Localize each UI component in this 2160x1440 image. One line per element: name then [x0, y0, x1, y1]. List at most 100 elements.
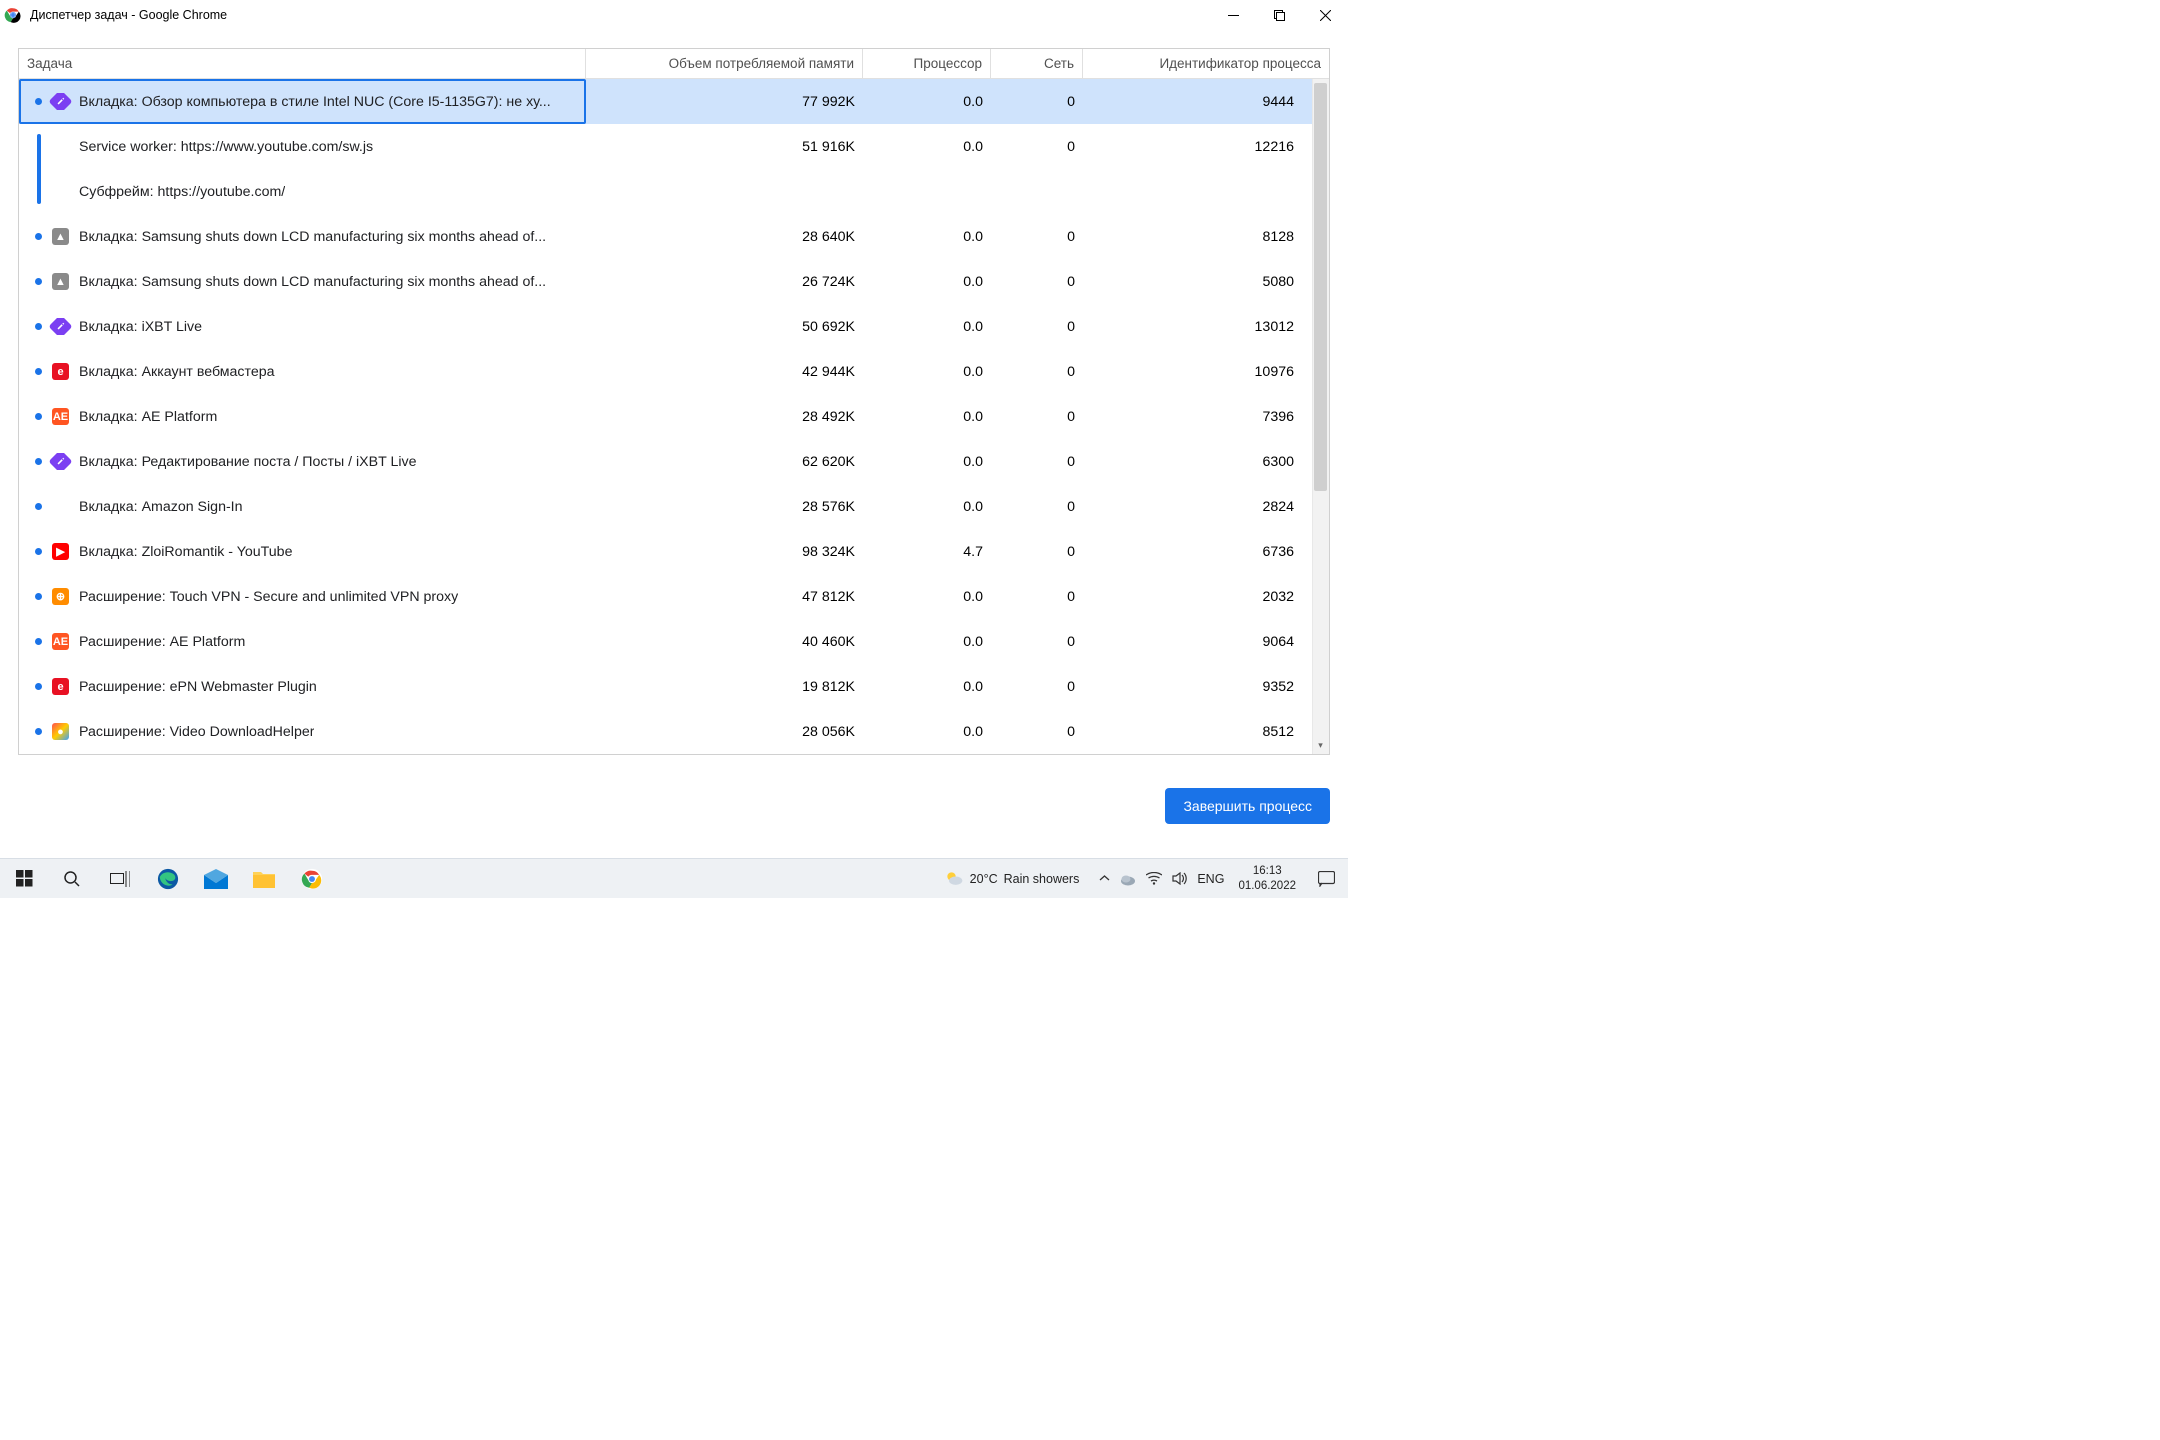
ixbt-icon: i	[48, 93, 72, 110]
task-name: Вкладка: iXBT Live	[79, 319, 202, 335]
weather-widget[interactable]: 20°C Rain showers	[944, 869, 1090, 889]
ixbt-icon: i	[48, 453, 72, 470]
maximize-button[interactable]	[1256, 0, 1302, 30]
table-row[interactable]: AEРасширение: AE Platform40 460K0.009064	[19, 619, 1312, 664]
cell-network: 0	[991, 139, 1083, 155]
table-row[interactable]: ▲Вкладка: Samsung shuts down LCD manufac…	[19, 214, 1312, 259]
process-dot-icon	[35, 638, 42, 645]
process-dot-icon	[35, 278, 42, 285]
scrollbar-track[interactable]: ▾	[1312, 79, 1329, 754]
task-manager-panel: Задача Объем потребляемой памяти Процесс…	[18, 48, 1330, 755]
cell-network: 0	[991, 364, 1083, 380]
table-row[interactable]: iВкладка: iXBT Live50 692K0.0013012	[19, 304, 1312, 349]
scrollbar-down-icon[interactable]: ▾	[1312, 737, 1329, 754]
cell-cpu: 0.0	[863, 409, 991, 425]
column-header-pid[interactable]: Идентификатор процесса	[1083, 49, 1329, 78]
cell-network: 0	[991, 229, 1083, 245]
task-name: Вкладка: Amazon Sign-In	[79, 499, 243, 515]
onedrive-icon[interactable]	[1120, 872, 1136, 886]
column-header-memory[interactable]: Объем потребляемой памяти	[586, 49, 863, 78]
task-name: Расширение: Video DownloadHelper	[79, 724, 314, 740]
process-dot-icon	[35, 458, 42, 465]
volume-icon[interactable]	[1172, 872, 1187, 885]
windows-taskbar: 20°C Rain showers ENG 16:13 01.06.2022	[0, 858, 1348, 898]
cell-memory: 98 324K	[586, 544, 863, 560]
cell-cpu: 0.0	[863, 454, 991, 470]
cell-pid: 8128	[1083, 229, 1312, 245]
taskbar-app-edge[interactable]	[144, 859, 192, 898]
action-center-button[interactable]	[1310, 859, 1342, 898]
scrollbar-thumb[interactable]	[1314, 83, 1327, 491]
language-indicator[interactable]: ENG	[1197, 872, 1224, 886]
cell-network: 0	[991, 589, 1083, 605]
table-row[interactable]: Субфрейм: https://youtube.com/	[19, 169, 1312, 214]
column-header-cpu[interactable]: Процессор	[863, 49, 991, 78]
cell-cpu: 4.7	[863, 544, 991, 560]
cell-pid: 13012	[1083, 319, 1312, 335]
cell-cpu: 0.0	[863, 274, 991, 290]
task-name: Расширение: AE Platform	[79, 634, 245, 650]
cell-cpu: 0.0	[863, 679, 991, 695]
minimize-button[interactable]	[1210, 0, 1256, 30]
epn-icon: e	[52, 678, 69, 695]
window-title: Диспетчер задач - Google Chrome	[30, 8, 1210, 22]
vdh-icon: ●	[52, 723, 69, 740]
cell-cpu: 0.0	[863, 634, 991, 650]
cell-network: 0	[991, 94, 1083, 110]
end-process-button[interactable]: Завершить процесс	[1165, 788, 1330, 824]
task-name: Расширение: Touch VPN - Secure and unlim…	[79, 589, 458, 605]
cell-network: 0	[991, 274, 1083, 290]
taskbar-app-chrome[interactable]	[288, 859, 336, 898]
task-name: Вкладка: Samsung shuts down LCD manufact…	[79, 229, 546, 245]
column-header-network[interactable]: Сеть	[991, 49, 1083, 78]
table-row[interactable]: ⊕ Расширение: Touch VPN - Secure and unli…	[19, 574, 1312, 619]
start-button[interactable]	[0, 859, 48, 898]
table-row[interactable]: Service worker: https://www.youtube.com/…	[19, 124, 1312, 169]
cell-pid: 9064	[1083, 634, 1312, 650]
table-row[interactable]: iВкладка: Обзор компьютера в стиле Intel…	[19, 79, 1312, 124]
cell-network: 0	[991, 409, 1083, 425]
task-name: Субфрейм: https://youtube.com/	[79, 184, 285, 200]
globe-icon: ⊕	[52, 588, 69, 605]
cell-cpu: 0.0	[863, 319, 991, 335]
task-view-icon	[110, 871, 130, 887]
column-header-task[interactable]: Задача	[19, 49, 586, 78]
wifi-icon[interactable]	[1146, 872, 1162, 885]
table-row[interactable]: ▲Вкладка: Samsung shuts down LCD manufac…	[19, 259, 1312, 304]
table-header[interactable]: Задача Объем потребляемой памяти Процесс…	[19, 49, 1329, 79]
task-view-button[interactable]	[96, 859, 144, 898]
table-row[interactable]: ▶Вкладка: ZloiRomantik - YouTube98 324K4…	[19, 529, 1312, 574]
samsung-icon: ▲	[52, 273, 69, 290]
clock[interactable]: 16:13 01.06.2022	[1234, 864, 1300, 893]
cell-cpu: 0.0	[863, 364, 991, 380]
youtube-icon: ▶	[52, 543, 69, 560]
table-row[interactable]: AEВкладка: AE Platform28 492K0.007396	[19, 394, 1312, 439]
cell-pid: 2824	[1083, 499, 1312, 515]
table-row[interactable]: i Вкладка: Редактирование поста / Посты /…	[19, 439, 1312, 484]
weather-desc: Rain showers	[1004, 872, 1080, 886]
cell-network: 0	[991, 454, 1083, 470]
table-row[interactable]: eВкладка: Аккаунт вебмастера42 944K0.001…	[19, 349, 1312, 394]
cell-pid: 10976	[1083, 364, 1312, 380]
cell-network: 0	[991, 319, 1083, 335]
weather-temp: 20°C	[970, 872, 998, 886]
task-name: Вкладка: AE Platform	[79, 409, 217, 425]
cell-memory: 28 640K	[586, 229, 863, 245]
taskbar-app-explorer[interactable]	[240, 859, 288, 898]
clock-time: 16:13	[1253, 864, 1282, 878]
process-dot-icon	[35, 683, 42, 690]
close-button[interactable]	[1302, 0, 1348, 30]
search-button[interactable]	[48, 859, 96, 898]
task-name: Вкладка: Редактирование поста / Посты / …	[79, 454, 416, 470]
edge-icon	[157, 868, 179, 890]
chevron-up-icon[interactable]	[1099, 873, 1110, 884]
cell-cpu: 0.0	[863, 589, 991, 605]
table-row[interactable]: ●Расширение: Video DownloadHelper28 056K…	[19, 709, 1312, 754]
ae-icon: AE	[52, 408, 69, 425]
table-row[interactable]: aВкладка: Amazon Sign-In28 576K0.002824	[19, 484, 1312, 529]
process-dot-icon	[35, 368, 42, 375]
system-tray[interactable]	[1099, 872, 1187, 886]
taskbar-app-mail[interactable]	[192, 859, 240, 898]
titlebar: Диспетчер задач - Google Chrome	[0, 0, 1348, 30]
table-row[interactable]: eРасширение: ePN Webmaster Plugin19 812K…	[19, 664, 1312, 709]
